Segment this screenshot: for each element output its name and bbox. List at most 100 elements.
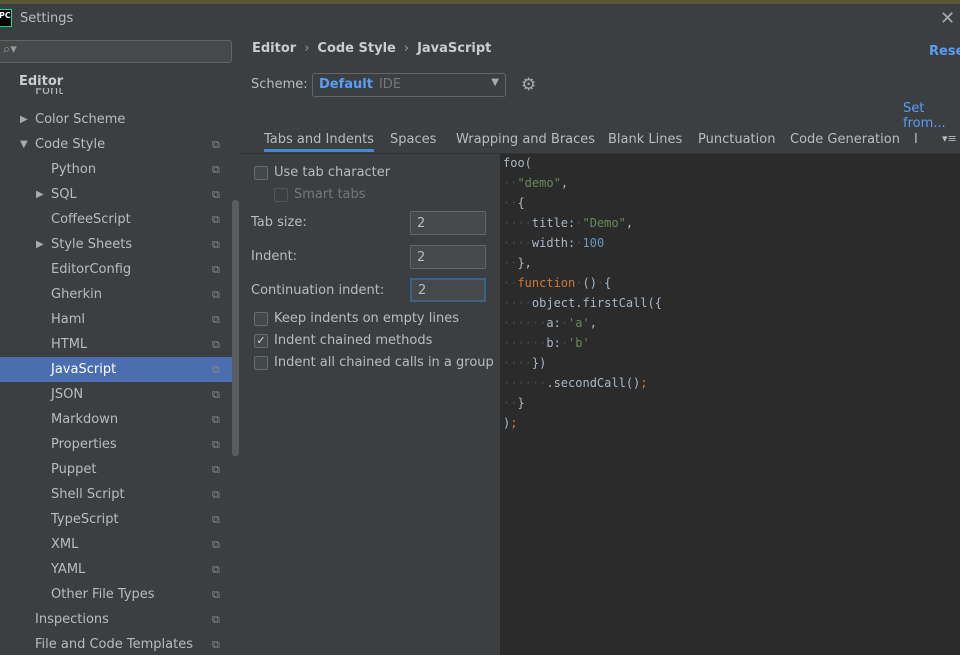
code-line: ··"demo", [503,176,568,196]
indent-chained-group-checkbox[interactable] [254,356,268,370]
chevron-right-icon[interactable]: ▶ [36,232,44,257]
project-scope-icon: ⧉ [212,438,220,451]
project-scope-icon: ⧉ [212,388,220,401]
code-token: ·· [503,256,518,270]
tab-overflow-item[interactable]: I [914,132,918,147]
code-token: ···· [503,216,532,230]
chevron-right-icon[interactable]: ▶ [36,182,44,207]
tab-size-input[interactable] [410,211,486,235]
code-token: , [625,216,634,230]
chevron-down-icon[interactable]: ▼ [20,132,28,157]
use-tab-checkbox[interactable] [254,166,268,180]
sidebar-item-javascript[interactable]: JavaScript ⧉ [0,357,232,382]
sidebar-item-style-sheets[interactable]: ▶ Style Sheets ⧉ [0,232,232,257]
sidebar-item-other-file-types[interactable]: Other File Types ⧉ [0,582,232,607]
breadcrumb-item: Code Style [317,41,396,56]
sidebar-item-inspections[interactable]: Inspections ⧉ [0,607,232,632]
search-input[interactable]: ⌕▾ [0,40,232,63]
pycharm-logo: PC [0,9,12,27]
project-scope-icon: ⧉ [212,638,220,651]
chevron-right-icon: › [304,41,310,56]
code-token: ···· [503,356,532,370]
chevron-right-icon[interactable]: ▶ [20,107,28,132]
sidebar-item-label: CoffeeScript [51,212,131,227]
code-token: object.firstCall({ [531,296,662,310]
tab-wrapping-and-braces[interactable]: Wrapping and Braces [456,132,595,147]
code-line: ····}) [503,356,546,376]
project-scope-icon: ⧉ [212,563,220,576]
code-token: ·· [503,396,518,410]
code-token: function [517,276,576,290]
sidebar-scrollbar[interactable] [232,200,239,456]
code-token: , [560,176,569,190]
settings-sidebar: ⌕▾ Editor Font ▶ Color Scheme ▼ Code Style ⧉ P… [0,34,240,655]
scheme-dropdown[interactable]: Default IDE ▼ [312,73,506,97]
code-line: ··}, [503,256,532,276]
chevron-down-icon: ▼ [491,77,499,88]
sidebar-item-label: YAML [51,562,86,577]
sidebar-item-label: Inspections [35,612,109,627]
breadcrumb: Editor › Code Style › JavaScript [252,41,491,56]
sidebar-item-typescript[interactable]: TypeScript ⧉ [0,507,232,532]
code-token: "Demo" [582,216,626,230]
sidebar-item-file-and-code-templates[interactable]: File and Code Templates ⧉ [0,632,232,655]
sidebar-item-properties[interactable]: Properties ⧉ [0,432,232,457]
tab-spaces[interactable]: Spaces [390,132,436,147]
sidebar-item-yaml[interactable]: YAML ⧉ [0,557,232,582]
code-token: title: [531,216,576,230]
scheme-type: IDE [378,77,402,92]
gear-icon[interactable]: ⚙ [521,75,536,95]
sidebar-item-shell-script[interactable]: Shell Script ⧉ [0,482,232,507]
continuation-indent-input[interactable] [410,278,486,302]
sidebar-item-color-scheme[interactable]: ▶ Color Scheme [0,107,232,132]
tab-punctuation[interactable]: Punctuation [698,132,775,147]
sidebar-item-font[interactable]: Font [0,88,232,102]
sidebar-item-xml[interactable]: XML ⧉ [0,532,232,557]
reset-link[interactable]: Reset [929,44,960,59]
sidebar-item-markdown[interactable]: Markdown ⧉ [0,407,232,432]
use-tab-label: Use tab character [274,165,391,180]
sidebar-item-json[interactable]: JSON ⧉ [0,382,232,407]
code-line: ··{ [503,196,525,216]
close-icon[interactable]: ✕ [940,8,955,29]
settings-main: Editor › Code Style › JavaScript Reset Schem… [240,34,960,655]
tab-blank-lines[interactable]: Blank Lines [608,132,682,147]
code-token: , [589,316,597,330]
sidebar-item-label: TypeScript [51,512,119,527]
project-scope-icon: ⧉ [212,163,220,176]
code-token: ; [640,376,648,390]
code-line: ); [503,416,517,436]
sidebar-item-coffeescript[interactable]: CoffeeScript ⧉ [0,207,232,232]
tab-code-generation[interactable]: Code Generation [790,132,900,147]
tab-list-icon[interactable]: ▾≡ [942,132,957,145]
sidebar-item-html[interactable]: HTML ⧉ [0,332,232,357]
breadcrumb-item: Editor [252,41,297,56]
indent-chained-checkbox[interactable]: ✓ [254,334,268,348]
sidebar-item-sql[interactable]: ▶ SQL ⧉ [0,182,232,207]
continuation-indent-label: Continuation indent: [251,283,385,298]
sidebar-item-code-style[interactable]: ▼ Code Style ⧉ [0,132,232,157]
sidebar-item-label: File and Code Templates [35,637,193,652]
code-line: foo( [503,156,532,176]
keep-indents-checkbox[interactable] [254,312,268,326]
code-token: ; [510,416,518,430]
code-line: ······.secondCall(); [503,376,648,396]
sidebar-item-label: Python [51,162,97,177]
project-scope-icon: ⧉ [212,263,220,276]
sidebar-item-label: XML [51,537,79,552]
tab-tabs-and-indents[interactable]: Tabs and Indents [264,132,374,152]
sidebar-item-puppet[interactable]: Puppet ⧉ [0,457,232,482]
sidebar-item-gherkin[interactable]: Gherkin ⧉ [0,282,232,307]
sidebar-item-haml[interactable]: Haml ⧉ [0,307,232,332]
sidebar-item-python[interactable]: Python ⧉ [0,157,232,182]
title-bar: PC Settings ✕ [0,4,960,34]
sidebar-item-label: Font [35,88,64,98]
smart-tabs-checkbox[interactable] [274,188,288,202]
sidebar-item-editorconfig[interactable]: EditorConfig ⧉ [0,257,232,282]
code-token: foo( [503,156,532,170]
indent-input[interactable] [410,245,486,269]
code-token: width: [531,236,576,250]
code-token: 'b' [568,336,590,350]
code-token: ······ [503,376,547,390]
code-token: 'a' [568,316,590,330]
